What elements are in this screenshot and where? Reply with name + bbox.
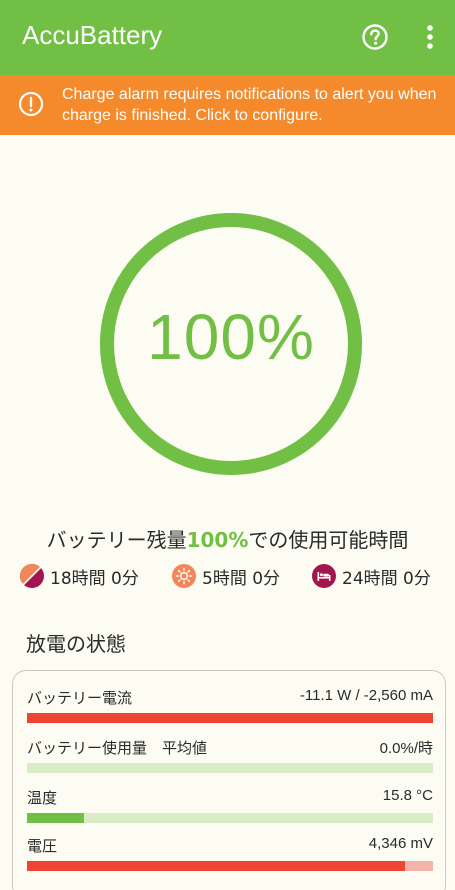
charge-alarm-banner[interactable]: Charge alarm requires notifications to a…	[0, 75, 455, 135]
discharge-card: バッテリー電流 -11.1 W / -2,560 mA バッテリー使用量 平均値…	[12, 670, 446, 890]
row-bar-fill	[27, 861, 405, 871]
row-bar-track	[27, 763, 433, 773]
help-circle-icon	[362, 24, 388, 50]
estimate-mixed-use-text: 18時間 0分	[50, 568, 139, 589]
estimate-screen-on: 5時間 0分	[172, 562, 280, 590]
discharge-section-title: 放電の状態	[26, 632, 126, 656]
alert-circle-icon	[18, 91, 44, 117]
row-value: 4,346 mV	[368, 835, 433, 852]
row-value: 15.8 °C	[382, 787, 433, 804]
row-bar-track	[27, 813, 433, 823]
row-bar-fill	[27, 813, 84, 823]
overflow-menu-button[interactable]	[416, 20, 444, 54]
screen-on-icon	[172, 564, 196, 588]
banner-message: Charge alarm requires notifications to a…	[62, 86, 437, 124]
row-label: 電圧	[27, 837, 58, 855]
row-value: 0.0%/時	[379, 740, 433, 757]
row-value: -11.1 W / -2,560 mA	[299, 687, 433, 704]
usage-heading-prefix: バッテリー残量	[46, 528, 187, 552]
estimate-sleep-text: 24時間 0分	[342, 568, 431, 589]
row-label: 温度	[27, 789, 58, 807]
app-title: AccuBattery	[22, 20, 163, 50]
usage-heading-percent: 100%	[186, 528, 249, 552]
row-label: バッテリー電流	[27, 689, 133, 707]
more-vert-icon	[427, 25, 433, 49]
usage-estimates: 18時間 0分 5時間 0分 24時間 0分	[0, 562, 455, 590]
estimate-mixed-use: 18時間 0分	[20, 562, 139, 590]
row-bar-fill	[27, 713, 433, 723]
estimate-sleep: 24時間 0分	[312, 562, 431, 590]
sleep-icon	[312, 564, 336, 588]
estimate-screen-on-text: 5時間 0分	[202, 568, 281, 589]
row-bar-track	[27, 713, 433, 723]
mixed-use-icon	[20, 564, 44, 588]
help-button[interactable]	[360, 22, 390, 52]
usage-heading: バッテリー残量100%での使用可能時間	[0, 524, 455, 553]
usage-heading-suffix: での使用可能時間	[248, 528, 409, 552]
app-bar: AccuBattery	[0, 0, 455, 75]
row-label: バッテリー使用量 平均値	[27, 739, 208, 757]
row-bar-track	[27, 861, 433, 871]
battery-percent-text: 100%	[147, 301, 315, 373]
